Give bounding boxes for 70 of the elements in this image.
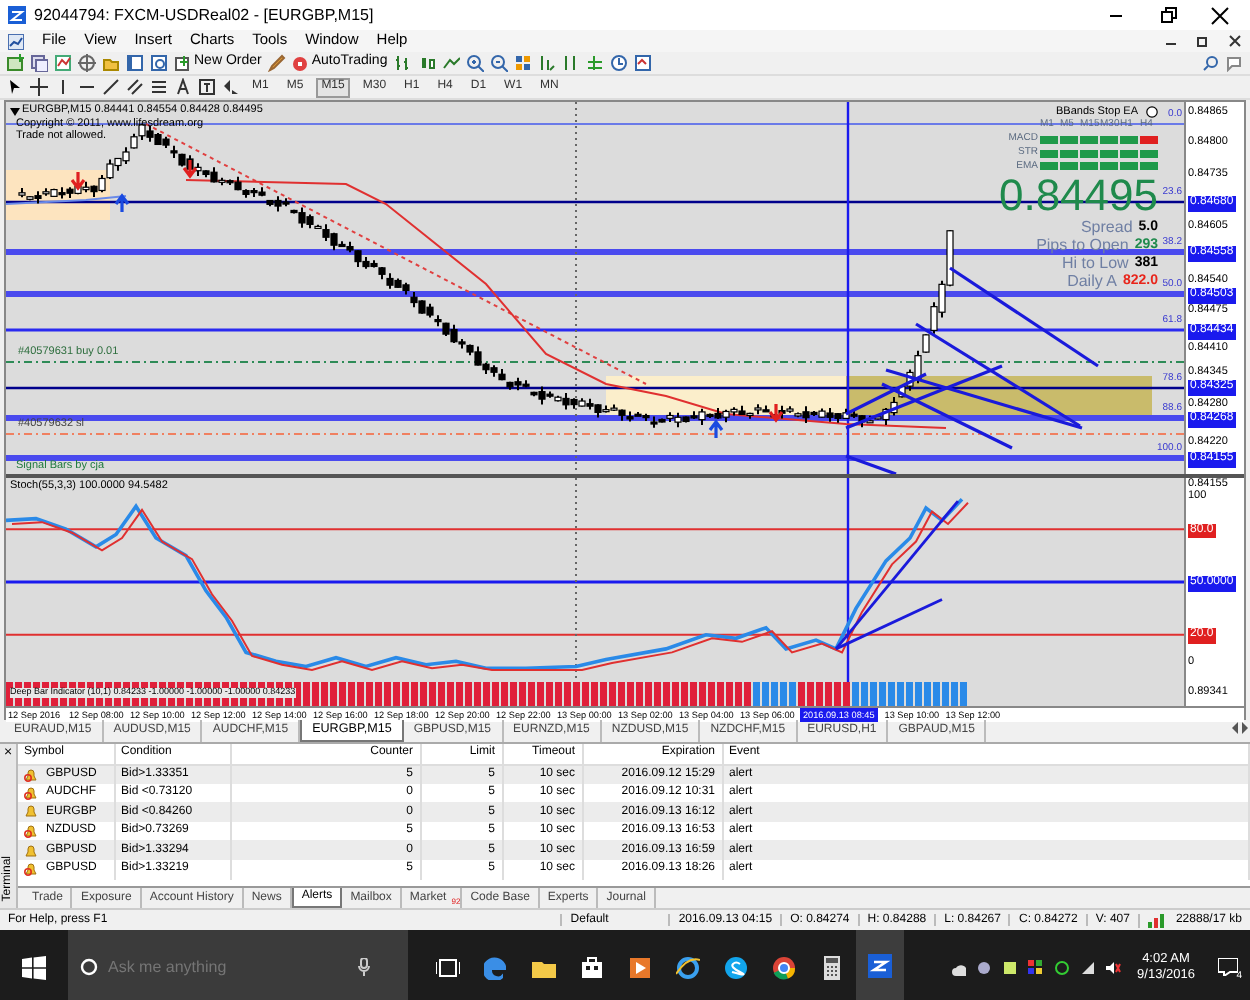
grid-icon[interactable] (1027, 959, 1043, 975)
trendline-icon[interactable] (102, 78, 120, 96)
moving-average-line (6, 195, 127, 205)
label-icon[interactable] (198, 78, 216, 96)
sync-icon[interactable] (1053, 959, 1069, 975)
chart-shift-icon[interactable] (561, 54, 580, 72)
calculator-icon[interactable] (820, 955, 844, 979)
zoom-in-icon[interactable] (465, 54, 484, 72)
connection-bars-icon (1147, 913, 1168, 927)
cloud-icon[interactable] (949, 959, 965, 975)
edge-icon[interactable] (484, 955, 508, 979)
internet-explorer-icon[interactable] (676, 955, 700, 979)
bar-chart-icon[interactable] (393, 54, 412, 72)
scroll-right-icon[interactable] (1240, 720, 1250, 736)
search-icon[interactable] (1202, 54, 1220, 72)
navigator-icon[interactable] (78, 54, 96, 72)
tile-windows-icon[interactable] (513, 54, 532, 72)
notifications-icon[interactable] (1218, 958, 1238, 976)
volume-icon[interactable] (1105, 959, 1121, 975)
fibonacci-icon[interactable] (150, 78, 168, 96)
app-icon[interactable] (868, 953, 892, 977)
app-icon (8, 6, 26, 24)
tester-icon[interactable] (150, 54, 168, 72)
stat-label: Spread (1080, 220, 1133, 237)
window-title: 92044794: FXCM-USDReal02 - [EURGBP,M15] (34, 5, 374, 25)
line-chart-icon[interactable] (441, 54, 460, 72)
up-arrow-icon (708, 419, 724, 440)
templates-icon[interactable] (633, 54, 652, 72)
stat-label: Hi to Low (1061, 256, 1129, 273)
text-icon[interactable] (174, 78, 192, 96)
network-icon[interactable] (975, 959, 991, 975)
periods-icon[interactable] (609, 54, 628, 72)
dropdown-icon (10, 108, 20, 116)
candle-chart-icon[interactable] (417, 54, 436, 72)
chrome-icon[interactable] (772, 955, 796, 979)
close-icon[interactable] (1228, 34, 1242, 48)
close-icon[interactable] (1210, 5, 1230, 25)
indicators-icon[interactable] (585, 54, 604, 72)
profiles-icon[interactable] (30, 54, 48, 72)
crosshair-icon[interactable] (30, 78, 48, 96)
channel-icon[interactable] (126, 78, 144, 96)
search-field[interactable]: Ask me anything (108, 957, 348, 977)
windows-icon (22, 955, 46, 979)
autotrading-icon (291, 55, 308, 71)
microphone-icon (358, 958, 370, 976)
scroll-left-icon[interactable] (1230, 720, 1240, 736)
wifi-icon[interactable] (1079, 959, 1095, 975)
market-watch-icon[interactable] (54, 54, 72, 72)
restore-icon[interactable] (1158, 5, 1178, 25)
media-player-icon[interactable] (628, 955, 652, 979)
skype-icon[interactable] (724, 955, 748, 979)
note-icon[interactable] (1001, 959, 1017, 975)
chart-icon (8, 33, 24, 49)
down-arrow-icon (182, 158, 198, 179)
terminal-icon[interactable] (126, 54, 144, 72)
down-arrow-icon (70, 170, 86, 191)
down-arrow-icon (768, 402, 784, 423)
shapes-icon[interactable] (222, 78, 240, 96)
task-view-icon[interactable] (436, 955, 460, 979)
stat-label: Daily A (1067, 274, 1117, 291)
cursor-icon[interactable] (6, 78, 24, 96)
new-chart-icon[interactable] (6, 54, 24, 72)
up-arrow-icon (114, 193, 130, 214)
channel-line (845, 454, 897, 474)
cortana-icon (80, 958, 98, 976)
scroll-chart-icon[interactable] (537, 54, 556, 72)
store-icon[interactable] (580, 955, 604, 979)
zoom-out-icon[interactable] (489, 54, 508, 72)
order-icon (174, 55, 190, 71)
restore-icon[interactable] (1196, 34, 1210, 48)
